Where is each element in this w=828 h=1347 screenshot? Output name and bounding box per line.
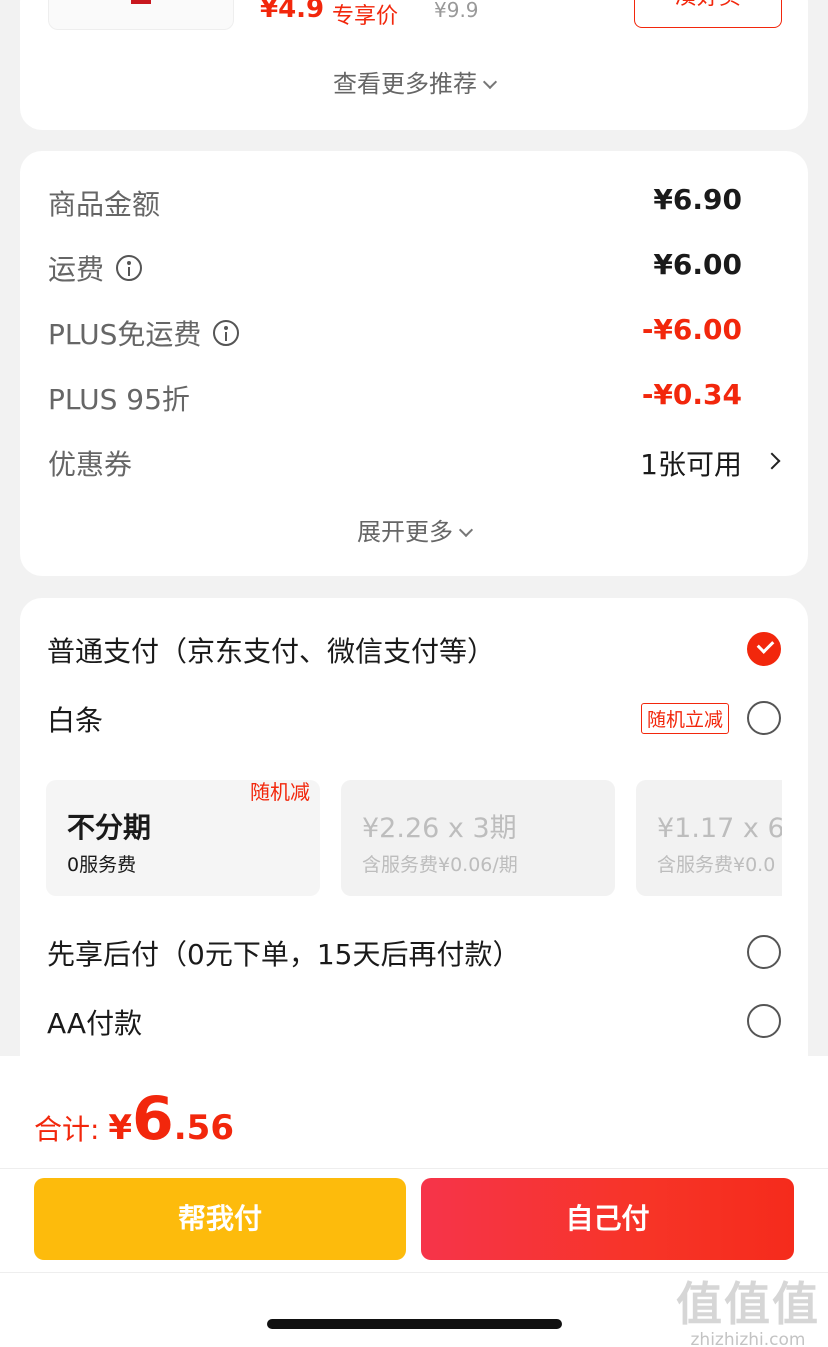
installment-6[interactable]: ¥1.17 x 6期 含服务费¥0.0 <box>636 780 782 896</box>
product-thumbnail[interactable] <box>48 0 234 30</box>
installment-fee: 0服务费 <box>67 854 137 876</box>
goods-amount-row: 商品金额 ¥6.90 <box>48 183 742 223</box>
plus-free-shipping-value: -¥6.00 <box>641 313 742 346</box>
goods-amount-value: ¥6.90 <box>653 183 742 216</box>
plus-free-shipping-label: PLUS免运费 <box>48 318 202 351</box>
recommend-original-price: ¥9.9 <box>434 0 479 22</box>
total-integer: 6 <box>132 1084 174 1154</box>
divider <box>0 1168 828 1169</box>
product-image <box>131 0 151 4</box>
recommend-price: ¥4.9 <box>260 0 325 24</box>
more-recommend-label: 查看更多推荐 <box>333 70 477 98</box>
installment-options[interactable]: 不分期 0服务费 随机减 ¥2.26 x 3期 含服务费¥0.06/期 ¥1.1… <box>46 780 782 898</box>
radio-icon[interactable] <box>747 935 781 969</box>
random-discount-label: 随机减 <box>250 780 310 804</box>
random-discount-badge: 随机立减 <box>640 703 729 734</box>
chevron-right-icon <box>763 452 781 470</box>
radio-checked-icon[interactable] <box>747 632 781 666</box>
plus-discount-row: PLUS 95折 -¥0.34 <box>48 378 742 418</box>
price-summary-card: 商品金额 ¥6.90 运费 ¥6.00 PLUS免运费 -¥6.00 PLUS … <box>20 151 808 576</box>
coupon-value: 1张可用 <box>640 448 742 481</box>
plus-discount-value: -¥0.34 <box>641 378 742 411</box>
order-total: 合计: ¥6.56 <box>34 1084 234 1154</box>
payment-method-pay-later[interactable]: 先享后付（0元下单，15天后再付款） <box>47 931 781 975</box>
shipping-label: 运费 <box>48 253 105 286</box>
pay-myself-button[interactable]: 自己付 <box>421 1178 794 1260</box>
plus-free-shipping-row: PLUS免运费 -¥6.00 <box>48 313 742 353</box>
payment-method-normal[interactable]: 普通支付（京东支付、微信支付等） <box>47 628 781 672</box>
add-to-order-button[interactable]: 凑好买 <box>634 0 782 28</box>
installment-3[interactable]: ¥2.26 x 3期 含服务费¥0.06/期 <box>341 780 615 896</box>
payment-method-label: 白条 <box>47 704 104 737</box>
total-currency: ¥ <box>108 1108 133 1148</box>
more-recommend-link[interactable]: 查看更多推荐 <box>20 64 808 99</box>
installment-none[interactable]: 不分期 0服务费 随机减 <box>46 780 320 896</box>
installment-fee: 含服务费¥0.06/期 <box>362 854 518 876</box>
plus-discount-label: PLUS 95折 <box>48 383 190 416</box>
installment-title: ¥1.17 x 6期 <box>657 813 782 844</box>
coupon-row[interactable]: 优惠券 1张可用 <box>48 443 781 483</box>
payment-card: 普通支付（京东支付、微信支付等） 白条 随机立减 不分期 0服务费 随机减 ¥2… <box>20 598 808 1118</box>
watermark-url: zhizhizhi.com <box>690 1330 806 1347</box>
installment-fee: 含服务费¥0.0 <box>657 854 776 876</box>
total-decimal: .56 <box>173 1108 234 1148</box>
goods-amount-label: 商品金额 <box>48 188 161 221</box>
help-me-pay-button[interactable]: 帮我付 <box>34 1178 406 1260</box>
expand-more-label: 展开更多 <box>357 518 453 546</box>
installment-title: 不分期 <box>67 811 152 844</box>
payment-method-label: AA付款 <box>47 1007 143 1040</box>
payment-method-baitiao[interactable]: 白条 随机立减 <box>47 697 781 741</box>
total-label: 合计: <box>34 1113 100 1146</box>
info-icon[interactable] <box>213 320 240 346</box>
site-watermark: 值值值 zhizhizhi.com <box>676 1268 820 1347</box>
expand-more-link[interactable]: 展开更多 <box>20 512 808 547</box>
home-indicator[interactable] <box>267 1319 562 1329</box>
recommend-price-tag: 专享价 <box>332 4 399 29</box>
radio-icon[interactable] <box>747 701 781 735</box>
chevron-down-icon <box>458 522 474 538</box>
radio-icon[interactable] <box>747 1004 781 1038</box>
info-icon[interactable] <box>116 255 143 281</box>
payment-method-label: 普通支付（京东支付、微信支付等） <box>47 635 496 668</box>
chevron-down-icon <box>482 74 498 90</box>
shipping-row: 运费 ¥6.00 <box>48 248 742 288</box>
installment-title: ¥2.26 x 3期 <box>362 813 517 844</box>
watermark-logo: 值值值 <box>676 1277 820 1331</box>
payment-method-label: 先享后付（0元下单，15天后再付款） <box>47 938 521 971</box>
coupon-label: 优惠券 <box>48 448 133 481</box>
recommend-card: ¥4.9 专享价 ¥9.9 凑好买 查看更多推荐 <box>20 0 808 130</box>
payment-method-aa[interactable]: AA付款 <box>47 1000 781 1044</box>
shipping-value: ¥6.00 <box>653 248 742 281</box>
